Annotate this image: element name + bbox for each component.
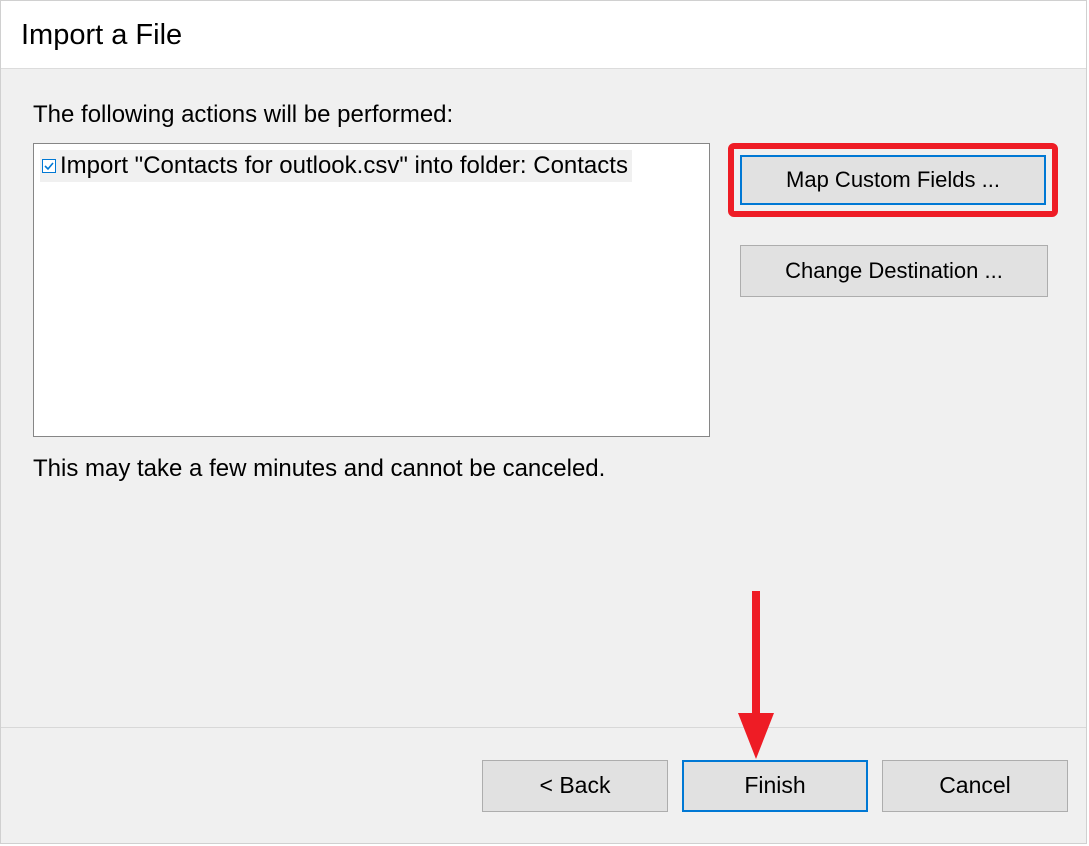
dialog-title-bar: Import a File [1, 1, 1086, 69]
actions-label: The following actions will be performed: [33, 101, 1058, 129]
dialog-content: The following actions will be performed:… [1, 69, 1086, 729]
cancel-button[interactable]: Cancel [882, 760, 1068, 812]
checkbox-checked-icon[interactable] [42, 159, 56, 173]
dialog-footer: < Back Finish Cancel [1, 727, 1086, 843]
finish-button[interactable]: Finish [682, 760, 868, 812]
map-custom-fields-button[interactable]: Map Custom Fields ... [740, 155, 1046, 205]
middle-row: Import "Contacts for outlook.csv" into f… [33, 143, 1058, 437]
dialog-title: Import a File [21, 19, 1066, 52]
side-buttons: Map Custom Fields ... Change Destination… [728, 143, 1058, 297]
annotation-highlight-box: Map Custom Fields ... [728, 143, 1058, 217]
warning-text: This may take a few minutes and cannot b… [33, 455, 1058, 483]
change-destination-button[interactable]: Change Destination ... [740, 245, 1048, 297]
action-item[interactable]: Import "Contacts for outlook.csv" into f… [40, 150, 632, 182]
back-button[interactable]: < Back [482, 760, 668, 812]
import-file-dialog: Import a File The following actions will… [0, 0, 1087, 844]
actions-list: Import "Contacts for outlook.csv" into f… [33, 143, 710, 437]
action-item-text: Import "Contacts for outlook.csv" into f… [60, 152, 628, 180]
